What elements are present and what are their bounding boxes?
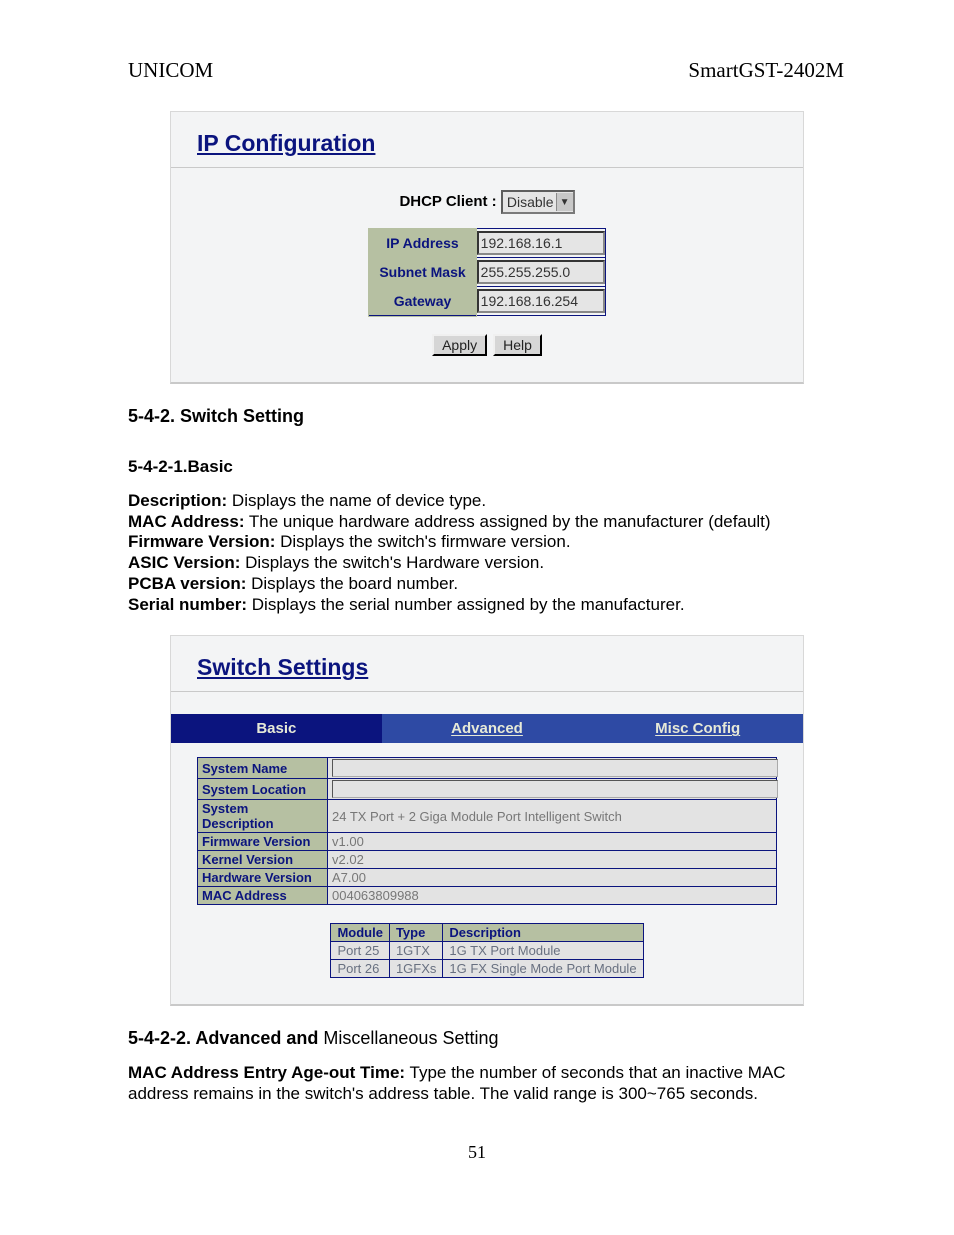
mac-address-text: The unique hardware address assigned by … — [245, 512, 771, 531]
module-port26-desc: 1G FX Single Mode Port Module — [443, 960, 643, 978]
section-5-4-2: 5-4-2. Switch Setting — [128, 406, 844, 427]
description-col-header: Description — [443, 924, 643, 942]
basic-description-block: Description: Displays the name of device… — [128, 491, 844, 615]
pcba-version-label: PCBA version: — [128, 574, 246, 593]
firmware-version-row-label: Firmware Version — [198, 833, 328, 851]
dhcp-client-value: Disable — [507, 194, 554, 210]
module-port26-type: 1GFXs — [389, 960, 442, 978]
dhcp-client-label: DHCP Client : — [399, 193, 500, 210]
table-row: Port 25 1GTX 1G TX Port Module — [331, 942, 643, 960]
module-port25-desc: 1G TX Port Module — [443, 942, 643, 960]
chevron-down-icon: ▼ — [556, 193, 573, 211]
doc-header-left: UNICOM — [128, 58, 213, 83]
dhcp-client-select[interactable]: Disable ▼ — [501, 190, 575, 214]
asic-version-text: Displays the switch's Hardware version. — [240, 553, 544, 572]
module-port25-type: 1GTX — [389, 942, 442, 960]
mac-address-label: MAC Address: — [128, 512, 245, 531]
table-row: Port 26 1GFXs 1G FX Single Mode Port Mod… — [331, 960, 643, 978]
asic-version-label: ASIC Version: — [128, 553, 240, 572]
firmware-version-label: Firmware Version: — [128, 532, 275, 551]
description-label: Description: — [128, 491, 227, 510]
system-info-table: System Name System Location System Descr… — [197, 757, 777, 905]
tab-advanced[interactable]: Advanced — [382, 714, 593, 743]
module-port26: Port 26 — [331, 960, 390, 978]
mac-address-row-value: 004063809988 — [328, 887, 777, 905]
tab-bar: Basic Advanced Misc Config — [171, 714, 803, 743]
ip-table: IP Address Subnet Mask Gateway — [368, 228, 605, 316]
ip-address-input[interactable] — [477, 231, 605, 255]
help-button[interactable]: Help — [493, 334, 542, 356]
system-name-input[interactable] — [332, 759, 778, 777]
switch-settings-title: Switch Settings — [197, 654, 777, 681]
module-table: Module Type Description Port 25 1GTX 1G … — [330, 923, 643, 978]
serial-number-text: Displays the serial number assigned by t… — [247, 595, 685, 614]
module-port25: Port 25 — [331, 942, 390, 960]
ip-configuration-title: IP Configuration — [197, 130, 777, 157]
firmware-version-text: Displays the switch's firmware version. — [275, 532, 570, 551]
gateway-label: Gateway — [369, 287, 476, 316]
section-5-4-2-2-bold: 5-4-2-2. Advanced and — [128, 1028, 323, 1048]
mac-age-label: MAC Address Entry Age-out Time: — [128, 1063, 405, 1082]
system-location-input[interactable] — [332, 780, 778, 798]
hardware-version-label: Hardware Version — [198, 869, 328, 887]
ip-address-label: IP Address — [369, 229, 476, 258]
kernel-version-value: v2.02 — [328, 851, 777, 869]
subnet-mask-label: Subnet Mask — [369, 258, 476, 287]
apply-button[interactable]: Apply — [432, 334, 487, 356]
system-description-value: 24 TX Port + 2 Giga Module Port Intellig… — [328, 800, 777, 833]
doc-header-right: SmartGST-2402M — [688, 58, 844, 83]
hardware-version-value: A7.00 — [328, 869, 777, 887]
subnet-mask-input[interactable] — [477, 260, 605, 284]
system-description-label: System Description — [198, 800, 328, 833]
system-name-label: System Name — [198, 758, 328, 779]
section-5-4-2-1: 5-4-2-1.Basic — [128, 457, 844, 477]
section-5-4-2-2-light: Miscellaneous Setting — [323, 1028, 498, 1048]
module-col-header: Module — [331, 924, 390, 942]
type-col-header: Type — [389, 924, 442, 942]
divider — [171, 167, 803, 168]
mac-address-row-label: MAC Address — [198, 887, 328, 905]
system-location-label: System Location — [198, 779, 328, 800]
firmware-version-row-value: v1.00 — [328, 833, 777, 851]
description-text: Displays the name of device type. — [227, 491, 486, 510]
tab-misc-config[interactable]: Misc Config — [592, 714, 803, 743]
switch-settings-panel: Switch Settings Basic Advanced Misc Conf… — [170, 635, 804, 1006]
tab-basic[interactable]: Basic — [171, 714, 382, 743]
serial-number-label: Serial number: — [128, 595, 247, 614]
gateway-input[interactable] — [477, 289, 605, 313]
kernel-version-label: Kernel Version — [198, 851, 328, 869]
divider — [171, 691, 803, 692]
pcba-version-text: Displays the board number. — [246, 574, 458, 593]
mac-age-paragraph: MAC Address Entry Age-out Time: Type the… — [128, 1063, 844, 1104]
ip-configuration-panel: IP Configuration DHCP Client : Disable ▼… — [170, 111, 804, 384]
page-number: 51 — [0, 1142, 954, 1163]
section-5-4-2-2: 5-4-2-2. Advanced and Miscellaneous Sett… — [128, 1028, 844, 1049]
